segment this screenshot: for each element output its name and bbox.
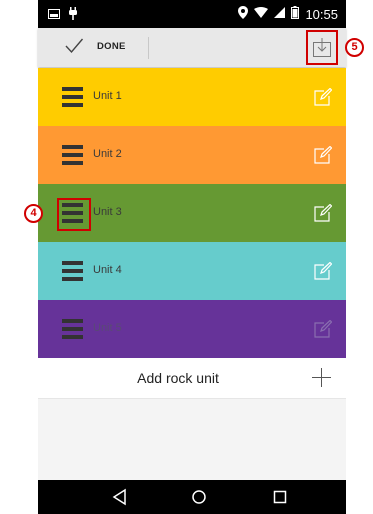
unit-label: Unit 5 [93, 322, 122, 334]
navigation-bar [38, 480, 346, 514]
action-bar-divider [148, 37, 149, 59]
status-left-icons [48, 7, 88, 21]
download-highlight [306, 30, 338, 65]
edit-icon[interactable] [314, 87, 333, 106]
done-label: DONE [97, 41, 126, 52]
image-icon [48, 9, 60, 19]
drag-handle-highlight [57, 198, 91, 231]
unit-row-1[interactable]: Unit 1 [38, 68, 346, 126]
drag-handle-icon[interactable] [62, 319, 83, 339]
edit-icon[interactable] [314, 261, 333, 280]
drag-handle-icon[interactable] [62, 261, 83, 281]
plug-icon [68, 7, 78, 22]
plus-icon[interactable] [312, 368, 331, 387]
drag-handle-icon[interactable] [62, 87, 83, 107]
add-rock-unit-row[interactable]: Add rock unit [38, 358, 346, 399]
done-button[interactable]: DONE [38, 28, 148, 67]
unit-row-4[interactable]: Unit 4 [38, 242, 346, 300]
location-icon [238, 6, 249, 22]
phone-screen: 10:55 DONE Unit 1 Unit 2 Unit 3 Unit 4 U… [38, 0, 346, 514]
unit-label: Unit 1 [93, 90, 122, 102]
recents-icon[interactable] [271, 488, 289, 506]
edit-icon[interactable] [314, 203, 333, 222]
add-rock-unit-label: Add rock unit [137, 370, 219, 386]
home-icon[interactable] [190, 488, 208, 506]
unit-row-2[interactable]: Unit 2 [38, 126, 346, 184]
check-icon [64, 36, 84, 56]
unit-label: Unit 2 [93, 148, 122, 160]
unit-label: Unit 4 [93, 264, 122, 276]
edit-icon[interactable] [314, 145, 333, 164]
battery-icon [291, 6, 300, 22]
callout-4: 4 [24, 204, 43, 223]
wifi-icon [254, 7, 269, 21]
status-time: 10:55 [305, 6, 338, 22]
status-bar: 10:55 [38, 0, 346, 28]
back-icon[interactable] [111, 488, 129, 506]
unit-label: Unit 3 [93, 206, 122, 218]
drag-handle-icon[interactable] [62, 145, 83, 165]
action-bar: DONE [38, 28, 346, 67]
signal-icon [274, 7, 286, 21]
callout-5: 5 [345, 38, 364, 57]
unit-row-5[interactable]: Unit 5 [38, 300, 346, 358]
edit-icon[interactable] [314, 319, 333, 338]
status-right-icons: 10:55 [238, 6, 338, 22]
